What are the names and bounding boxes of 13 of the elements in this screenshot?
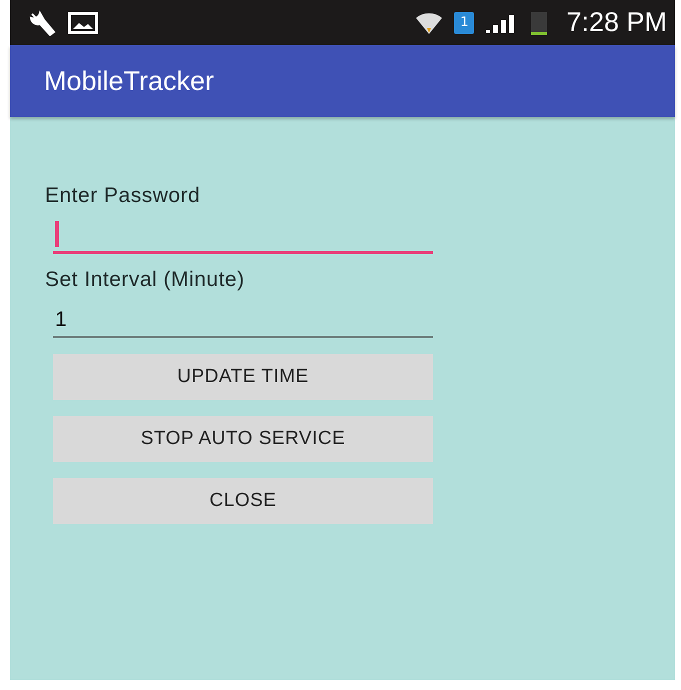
sim-badge: 1	[454, 12, 474, 34]
field-label: Set Interval (Minute)	[44, 268, 246, 292]
interval-field[interactable]: 1	[53, 304, 433, 338]
app-title: MobileTracker	[44, 66, 214, 96]
password-field[interactable]	[53, 220, 433, 254]
wrench-icon	[28, 10, 58, 36]
field-label: Enter Password	[44, 184, 202, 208]
status-time: 7:28 PM	[566, 7, 667, 38]
text-cursor	[55, 221, 59, 247]
image-icon	[68, 12, 98, 34]
action-button[interactable]: STOP AUTO SERVICE	[53, 416, 433, 462]
action-button[interactable]: UPDATE TIME	[53, 354, 433, 400]
action-button[interactable]: CLOSE	[53, 478, 433, 524]
